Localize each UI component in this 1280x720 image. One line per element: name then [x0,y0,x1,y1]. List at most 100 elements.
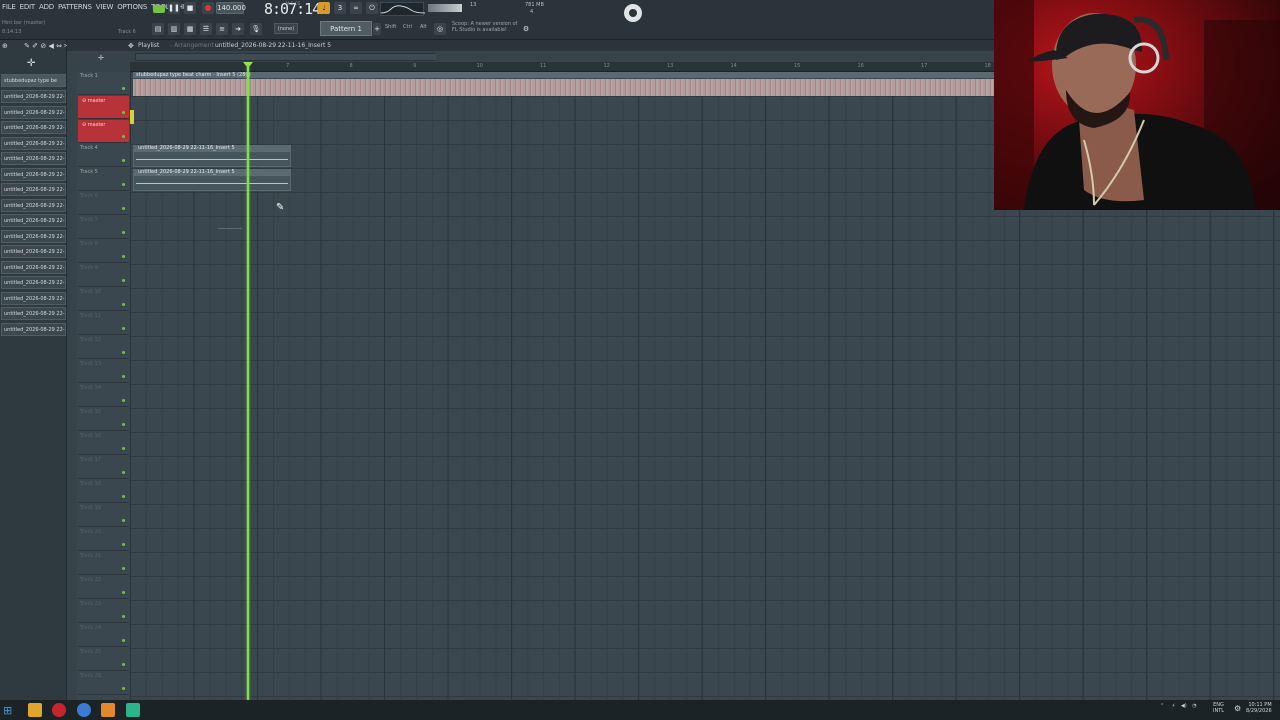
track-header[interactable]: Track 25 [78,648,129,671]
browser-item[interactable]: untitled_2026-08-29 22-... [1,183,66,196]
track-header[interactable]: Track 16 [78,432,129,455]
mic-button[interactable]: 🎙 [250,23,262,35]
track-header[interactable]: Track 1 [78,72,129,95]
channel-rack-button[interactable]: ▦ [184,23,196,35]
windows-start-icon[interactable]: ⊞ [3,704,12,717]
add-pattern-button[interactable]: + [373,23,381,35]
track-enable-led[interactable] [122,231,125,234]
piano-roll-button[interactable]: ▥ [168,23,180,35]
track-enable-led[interactable] [122,663,125,666]
playlist-menu-icon[interactable]: ✥ [128,42,134,50]
browser-item[interactable]: untitled_2026-08-29 22-... [1,229,66,243]
mixer-button[interactable]: ☰ [200,23,212,35]
track-enable-led[interactable] [122,399,125,402]
alt-button[interactable]: Alt [420,24,427,34]
delete-icon[interactable]: ⊘ [40,42,46,50]
browser-item[interactable]: untitled_2026-08-29 22-... [1,198,66,212]
pattern-selector[interactable]: Pattern 1 [320,21,372,36]
countdown-button[interactable]: 3 [334,2,346,14]
snap-icon[interactable]: ✛ [98,54,104,62]
track-header[interactable]: Track 13 [78,360,129,383]
chrome-icon[interactable] [77,703,91,717]
browser-item[interactable]: untitled_2026-08-29 22-... [1,260,66,274]
track-header[interactable]: Track 15 [78,408,129,431]
metronome-button[interactable]: ♩ [318,2,330,14]
track-enable-led[interactable] [122,303,125,306]
track-enable-led[interactable] [122,111,125,114]
stop-button[interactable]: ■ [184,2,196,14]
track-header[interactable]: Track 10 [78,288,129,311]
track-header[interactable]: Track 11 [78,312,129,335]
chevron-up-icon[interactable]: ⌃ [1160,703,1164,709]
record-button[interactable] [202,2,214,14]
news-settings-button[interactable]: ⚙ [520,23,532,35]
browser-item[interactable]: untitled_2026-08-29 22-... [1,152,66,165]
track-enable-led[interactable] [122,159,125,162]
track-header[interactable]: ⊖ master [78,120,129,143]
clock[interactable]: 10:11 PM 8/29/2026 [1246,702,1272,714]
track-header[interactable]: Track 21 [78,552,129,575]
track-enable-led[interactable] [122,615,125,618]
online-news-button[interactable]: ◎ [434,23,446,35]
track-header[interactable]: Track 14 [78,384,129,407]
track-enable-led[interactable] [122,255,125,258]
menu-add[interactable]: ADD [39,3,54,15]
volume-icon[interactable]: ◀) [1181,703,1187,709]
track-header[interactable]: Track 7 [78,216,129,239]
fl-studio-icon[interactable] [101,703,115,717]
track-header[interactable]: Track 19 [78,504,129,527]
playlist-button[interactable]: ▤ [152,23,164,35]
timeline-ruler[interactable] [130,62,995,72]
pencil-icon[interactable]: ✎ [24,42,30,50]
file-explorer-icon[interactable] [28,703,42,717]
track-header[interactable]: Track 6 [78,192,129,215]
track-header[interactable]: Track 24 [78,624,129,647]
blend-notes-button[interactable]: ∞ [350,2,362,14]
track-enable-led[interactable] [122,87,125,90]
ctrl-button[interactable]: Ctrl [403,24,412,34]
play-button[interactable]: ❚❚ [168,2,180,14]
track-header[interactable]: Track 20 [78,528,129,551]
track-enable-led[interactable] [122,447,125,450]
browser-item[interactable]: untitled_2026-08-29 22-... [1,90,66,103]
automation-marker[interactable] [130,110,134,124]
wifi-icon[interactable]: ◔ [1192,703,1196,709]
track-header[interactable]: Track 8 [78,240,129,263]
browser-item[interactable]: untitled_2026-08-29 22-... [1,307,66,320]
news-ticker[interactable]: Scoop: A newer version of FL Studio is a… [452,21,517,33]
track-header[interactable]: Track 23 [78,600,129,623]
track-header[interactable]: Track 4 [78,144,129,167]
track-enable-led[interactable] [122,327,125,330]
song-mode-toggle[interactable] [153,5,165,13]
track-enable-led[interactable] [122,135,125,138]
menu-file[interactable]: FILE [2,3,16,15]
track-header[interactable]: Track 26 [78,672,129,695]
tempo-display[interactable]: 140.000 [216,2,246,14]
browser-button[interactable]: ≡ [216,23,228,35]
audio-clip-track1[interactable] [133,72,995,96]
plugin-picker-button[interactable]: ➜ [232,23,244,35]
browser-folder[interactable]: stubbedupaz type be [1,74,66,87]
network-icon[interactable]: ⚡ [1172,703,1176,709]
track-enable-led[interactable] [122,687,125,690]
track-enable-led[interactable] [122,591,125,594]
master-volume-slider[interactable] [428,4,462,12]
track-enable-led[interactable] [122,183,125,186]
track-header[interactable]: ⊖ master [78,96,129,119]
track-enable-led[interactable] [122,207,125,210]
browser-item[interactable]: untitled_2026-08-29 22-... [1,245,66,258]
audio-clip-track5[interactable]: untitled_2026-08-29 22-11-16_Insert 5 [133,169,291,191]
scrollbar-thumb[interactable] [136,54,436,60]
track-header[interactable]: Track 18 [78,480,129,503]
browser-item[interactable]: untitled_2026-08-29 22-... [1,105,66,119]
track-header[interactable]: Track 5 [78,168,129,191]
menu-options[interactable]: OPTIONS [117,3,147,15]
track-enable-led[interactable] [122,423,125,426]
track-header[interactable]: Track 22 [78,576,129,599]
opera-icon[interactable] [52,703,66,717]
browser-item[interactable]: untitled_2026-08-29 22-... [1,167,66,181]
track-header[interactable]: Track 17 [78,456,129,479]
slip-icon[interactable]: ⇔ [56,42,62,50]
mute-icon[interactable]: ◀ [48,42,53,50]
wait-input-button[interactable]: ⏻ [366,2,378,14]
